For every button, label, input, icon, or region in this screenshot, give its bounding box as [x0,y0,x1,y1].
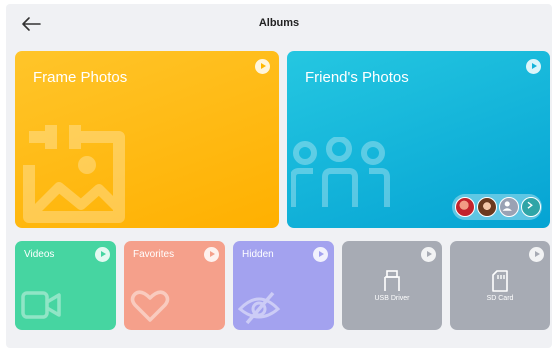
play-icon[interactable] [526,59,541,74]
avatar[interactable] [455,197,475,217]
avatar-placeholder-icon[interactable] [499,197,519,217]
frame-photos-tile[interactable]: Frame Photos [15,51,279,228]
sd-card-label: SD Card [486,295,514,302]
frame-photos-label: Frame Photos [33,69,128,86]
chevron-right-icon[interactable] [521,197,541,217]
usb-driver-label: USB Driver [374,295,410,302]
favorites-tile[interactable]: Favorites [124,241,225,330]
friends-photos-label: Friend's Photos [305,69,409,86]
play-icon[interactable] [255,59,270,74]
top-bar: Albums [6,4,552,44]
albums-screen: Albums Frame Photos Friend's Photos Vide… [6,4,552,348]
favorites-label: Favorites [133,249,175,260]
friends-avatars[interactable] [452,194,542,220]
play-icon[interactable] [95,247,110,262]
play-icon[interactable] [204,247,219,262]
hidden-label: Hidden [242,249,274,260]
avatar[interactable] [477,197,497,217]
usb-icon [384,270,400,291]
friends-photos-tile[interactable]: Friend's Photos [287,51,550,228]
page-title: Albums [258,17,300,29]
play-icon[interactable] [313,247,328,262]
eye-off-icon [237,291,281,325]
sd-card-icon [492,270,508,292]
videos-tile[interactable]: Videos [15,241,116,330]
sd-card-tile[interactable]: SD Card [450,241,550,330]
videos-label: Videos [24,249,55,260]
play-icon[interactable] [421,247,436,262]
hidden-tile[interactable]: Hidden [233,241,334,330]
photo-frame-icon [23,125,125,223]
video-camera-icon [21,291,61,319]
heart-icon [130,290,170,322]
people-group-icon [291,137,390,207]
play-icon[interactable] [529,247,544,262]
usb-driver-tile[interactable]: USB Driver [342,241,442,330]
